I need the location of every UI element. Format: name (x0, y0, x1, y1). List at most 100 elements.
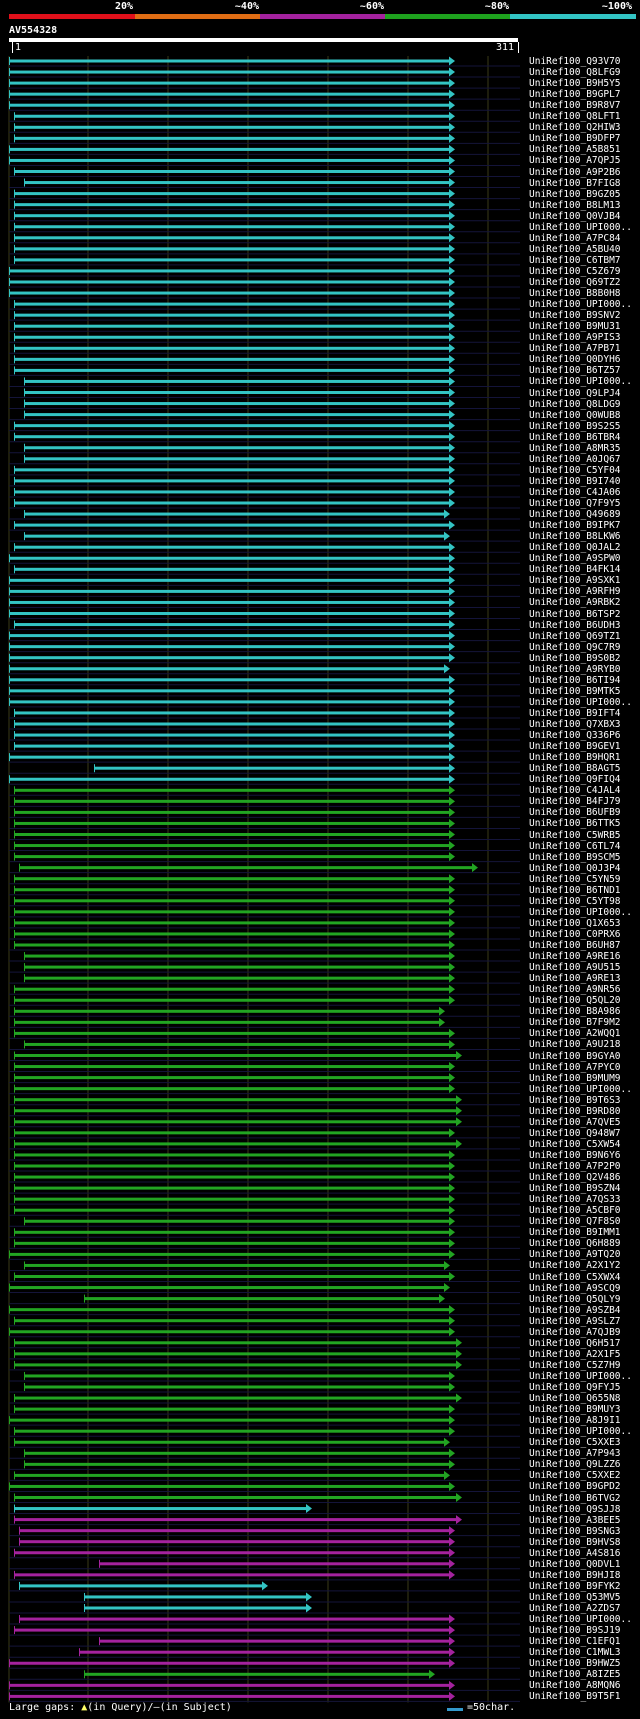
hit-name-link[interactable]: UniRef100_A2X1F5 (529, 1349, 621, 1360)
hit-name-link[interactable]: UniRef100_A7QPJ5 (529, 155, 621, 166)
hit-name-link[interactable]: UniRef100_Q0VJB4 (529, 211, 621, 222)
hit-name-link[interactable]: UniRef100_A9SLZ7 (529, 1316, 621, 1327)
hit-name-link[interactable]: UniRef100_Q655N8 (529, 1393, 621, 1404)
hit-name-link[interactable]: UniRef100_Q7XBX3 (529, 719, 621, 730)
hit-name-link[interactable]: UniRef100_B8LKW6 (529, 531, 621, 542)
hit-name-link[interactable]: UniRef100_A2ZDS7 (529, 1603, 621, 1614)
hit-name-link[interactable]: UniRef100_Q9LZZ6 (529, 1459, 621, 1470)
hit-name-link[interactable]: UniRef100_B9MU31 (529, 321, 621, 332)
hit-name-link[interactable]: UniRef100_B6TND1 (529, 885, 621, 896)
hit-name-link[interactable]: UniRef100_B9DFP7 (529, 133, 621, 144)
hit-name-link[interactable]: UniRef100_A9NR56 (529, 984, 621, 995)
hit-name-link[interactable]: UniRef100_B6TI94 (529, 675, 621, 686)
hit-name-link[interactable]: UniRef100_B9HVS8 (529, 1537, 621, 1548)
hit-name-link[interactable]: UniRef100_Q53MV5 (529, 1592, 621, 1603)
hit-name-link[interactable]: UniRef100_A9SPW0 (529, 553, 621, 564)
hit-name-link[interactable]: UniRef100_A9SCQ9 (529, 1283, 621, 1294)
hit-name-link[interactable]: UniRef100_Q2HIW3 (529, 122, 621, 133)
hit-name-link[interactable]: UniRef100_B9GYA0 (529, 1051, 621, 1062)
hit-name-link[interactable]: UniRef100_B6TSP2 (529, 609, 621, 620)
hit-name-link[interactable]: UniRef100_Q9SJJ8 (529, 1504, 621, 1515)
hit-name-link[interactable]: UniRef100_C5XXE2 (529, 1470, 621, 1481)
hit-name-link[interactable]: UniRef100_B9SJ19 (529, 1625, 621, 1636)
hit-name-link[interactable]: UniRef100_C5WRB5 (529, 830, 621, 841)
hit-name-link[interactable]: UniRef100_B6TBR4 (529, 432, 621, 443)
hit-name-link[interactable]: UniRef100_B9MUY3 (529, 1404, 621, 1415)
hit-name-link[interactable]: UniRef100_A9TQ20 (529, 1249, 621, 1260)
hit-name-link[interactable]: UniRef100_Q336P6 (529, 730, 621, 741)
hit-name-link[interactable]: UniRef100_A2WQQ1 (529, 1028, 621, 1039)
hit-name-link[interactable]: UniRef100_C4JA06 (529, 487, 621, 498)
hit-name-link[interactable]: UniRef100_UPI000.. (529, 299, 632, 310)
hit-name-link[interactable]: UniRef100_B9MUM9 (529, 1073, 621, 1084)
hit-name-link[interactable]: UniRef100_C5Z679 (529, 266, 621, 277)
hit-name-link[interactable]: UniRef100_A9PIS3 (529, 332, 621, 343)
hit-name-link[interactable]: UniRef100_A7QVE5 (529, 1117, 621, 1128)
hit-name-link[interactable]: UniRef100_B6TZ57 (529, 365, 621, 376)
hit-name-link[interactable]: UniRef100_Q0DVL1 (529, 1559, 621, 1570)
hit-name-link[interactable]: UniRef100_B6UDH3 (529, 620, 621, 631)
hit-name-link[interactable]: UniRef100_B4FK14 (529, 564, 621, 575)
hit-name-link[interactable]: UniRef100_B9H5Y5 (529, 78, 621, 89)
hit-name-link[interactable]: UniRef100_B9GPD2 (529, 1481, 621, 1492)
hit-name-link[interactable]: UniRef100_B8AGT5 (529, 763, 621, 774)
hit-name-link[interactable]: UniRef100_B7FIG8 (529, 178, 621, 189)
hit-name-link[interactable]: UniRef100_Q8LFG9 (529, 67, 621, 78)
hit-name-link[interactable]: UniRef100_C6TBM7 (529, 255, 621, 266)
hit-name-link[interactable]: UniRef100_Q5QLY9 (529, 1294, 621, 1305)
hit-name-link[interactable]: UniRef100_B9HWZ5 (529, 1658, 621, 1669)
hit-name-link[interactable]: UniRef100_Q8LDG9 (529, 399, 621, 410)
hit-name-link[interactable]: UniRef100_UPI000.. (529, 1371, 632, 1382)
hit-name-link[interactable]: UniRef100_UPI000.. (529, 1084, 632, 1095)
hit-name-link[interactable]: UniRef100_A5B851 (529, 144, 621, 155)
hit-name-link[interactable]: UniRef100_B8LM13 (529, 200, 621, 211)
hit-name-link[interactable]: UniRef100_Q0DYH6 (529, 354, 621, 365)
hit-name-link[interactable]: UniRef100_B9T5F1 (529, 1691, 621, 1702)
hit-name-link[interactable]: UniRef100_UPI000.. (529, 1614, 632, 1625)
hit-name-link[interactable]: UniRef100_A7PB71 (529, 343, 621, 354)
hit-name-link[interactable]: UniRef100_Q69TZ2 (529, 277, 621, 288)
hit-name-link[interactable]: UniRef100_C0PRX6 (529, 929, 621, 940)
hit-name-link[interactable]: UniRef100_Q9FIQ4 (529, 774, 621, 785)
hit-name-link[interactable]: UniRef100_B4FJ79 (529, 796, 621, 807)
hit-name-link[interactable]: UniRef100_Q0J3P4 (529, 863, 621, 874)
hit-name-link[interactable]: UniRef100_A9U218 (529, 1039, 621, 1050)
hit-name-link[interactable]: UniRef100_B9R8V7 (529, 100, 621, 111)
hit-name-link[interactable]: UniRef100_Q9FYJ5 (529, 1382, 621, 1393)
hit-name-link[interactable]: UniRef100_A9SZB4 (529, 1305, 621, 1316)
hit-name-link[interactable]: UniRef100_A7P943 (529, 1448, 621, 1459)
hit-name-link[interactable]: UniRef100_B9IFT4 (529, 708, 621, 719)
hit-name-link[interactable]: UniRef100_A9P2B6 (529, 167, 621, 178)
hit-name-link[interactable]: UniRef100_A8IZE5 (529, 1669, 621, 1680)
hit-name-link[interactable]: UniRef100_A5BU40 (529, 244, 621, 255)
hit-name-link[interactable]: UniRef100_A9RBK2 (529, 597, 621, 608)
hit-name-link[interactable]: UniRef100_Q6H889 (529, 1238, 621, 1249)
hit-name-link[interactable]: UniRef100_A8J9I1 (529, 1415, 621, 1426)
hit-name-link[interactable]: UniRef100_A7PC84 (529, 233, 621, 244)
hit-name-link[interactable]: UniRef100_A2X1Y2 (529, 1260, 621, 1271)
hit-name-link[interactable]: UniRef100_Q93V70 (529, 56, 621, 67)
hit-name-link[interactable]: UniRef100_B9I740 (529, 476, 621, 487)
hit-name-link[interactable]: UniRef100_B9T6S3 (529, 1095, 621, 1106)
hit-name-link[interactable]: UniRef100_Q49689 (529, 509, 621, 520)
hit-name-link[interactable]: UniRef100_Q9LPJ4 (529, 388, 621, 399)
hit-name-link[interactable]: UniRef100_B9SZN4 (529, 1183, 621, 1194)
hit-name-link[interactable]: UniRef100_Q6H517 (529, 1338, 621, 1349)
hit-name-link[interactable]: UniRef100_B6TVG2 (529, 1493, 621, 1504)
hit-name-link[interactable]: UniRef100_A9RE13 (529, 973, 621, 984)
hit-name-link[interactable]: UniRef100_A9RFH9 (529, 586, 621, 597)
hit-name-link[interactable]: UniRef100_A9RYB0 (529, 664, 621, 675)
hit-name-link[interactable]: UniRef100_B8B0H8 (529, 288, 621, 299)
hit-name-link[interactable]: UniRef100_A5CBF0 (529, 1205, 621, 1216)
hit-name-link[interactable]: UniRef100_UPI000.. (529, 376, 632, 387)
hit-name-link[interactable]: UniRef100_B7F9M2 (529, 1017, 621, 1028)
hit-name-link[interactable]: UniRef100_B9S2S5 (529, 421, 621, 432)
hit-name-link[interactable]: UniRef100_UPI000.. (529, 1426, 632, 1437)
hit-name-link[interactable]: UniRef100_UPI000.. (529, 222, 632, 233)
hit-name-link[interactable]: UniRef100_B9IMM1 (529, 1227, 621, 1238)
hit-name-link[interactable]: UniRef100_B6UFB9 (529, 807, 621, 818)
hit-name-link[interactable]: UniRef100_B6TTK5 (529, 818, 621, 829)
hit-name-link[interactable]: UniRef100_B9MTK5 (529, 686, 621, 697)
hit-name-link[interactable]: UniRef100_A8MQN6 (529, 1680, 621, 1691)
hit-name-link[interactable]: UniRef100_B9SCM5 (529, 852, 621, 863)
